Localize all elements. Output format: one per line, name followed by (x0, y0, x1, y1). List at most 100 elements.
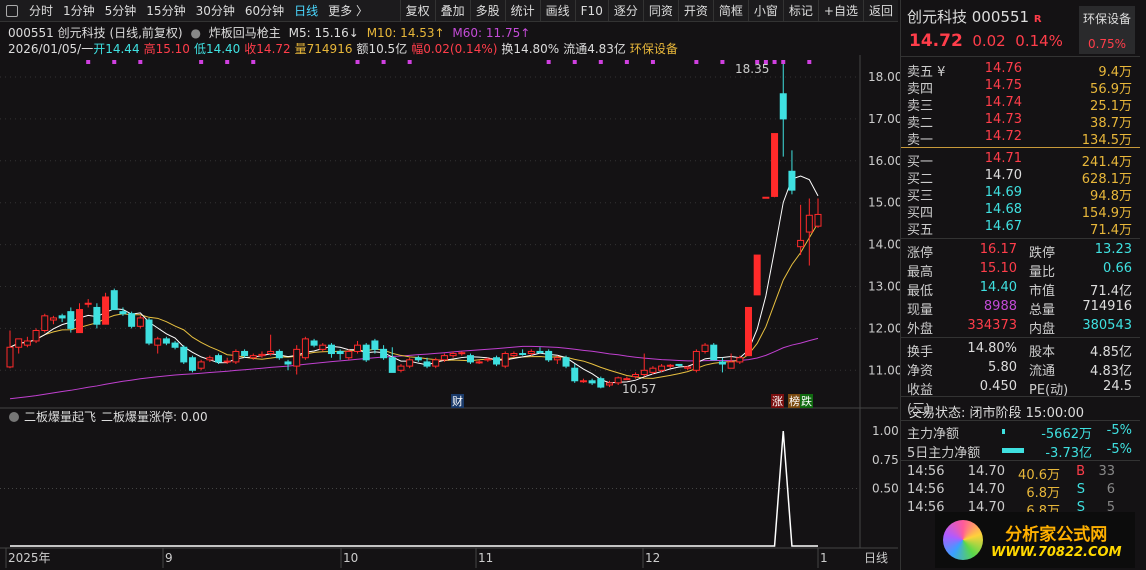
candle-up[interactable] (475, 361, 483, 364)
candle-down[interactable] (779, 93, 787, 120)
candle-up[interactable] (15, 338, 23, 348)
candle-down[interactable] (588, 380, 596, 384)
candle-up[interactable] (501, 353, 509, 367)
candle-down[interactable] (718, 361, 726, 365)
candle-up[interactable] (6, 346, 14, 368)
candle-down[interactable] (423, 361, 431, 367)
candle-down[interactable] (536, 350, 544, 354)
candle-up[interactable] (249, 355, 257, 359)
candle-up[interactable] (223, 360, 231, 363)
candle-down[interactable] (545, 350, 553, 361)
candle-up[interactable] (579, 380, 587, 383)
candle-up[interactable] (406, 359, 414, 367)
candle-down[interactable] (380, 348, 388, 359)
candle-up[interactable] (640, 369, 648, 375)
period-label[interactable]: 日线 (864, 551, 888, 565)
candle-up[interactable] (49, 317, 57, 321)
candle-up[interactable] (354, 344, 362, 352)
candle-up[interactable] (258, 353, 266, 357)
candle-up[interactable] (206, 357, 214, 361)
candle-down[interactable] (162, 338, 170, 344)
candle-up[interactable] (432, 359, 440, 367)
candle-down[interactable] (597, 378, 605, 388)
candle-down[interactable] (119, 311, 127, 315)
candle-up[interactable] (727, 361, 735, 369)
candle-down[interactable] (58, 315, 66, 319)
candle-up[interactable] (293, 348, 301, 367)
candle-down[interactable] (171, 342, 179, 348)
candle-down[interactable] (336, 350, 344, 355)
candle-up[interactable] (345, 350, 353, 359)
candle-up[interactable] (771, 133, 779, 197)
sub-indicator-toggle-icon[interactable] (9, 412, 19, 422)
candle-up[interactable] (632, 373, 640, 378)
candle-up[interactable] (23, 340, 31, 346)
candle-down[interactable] (284, 361, 292, 365)
event-badge-die[interactable]: 跌 (801, 394, 812, 408)
event-badge-zhang[interactable]: 涨 (772, 395, 783, 408)
candle-up[interactable] (753, 254, 761, 296)
candle-down[interactable] (188, 357, 196, 371)
candle-up[interactable] (76, 309, 84, 334)
candle-up[interactable] (319, 344, 327, 350)
candle-up[interactable] (736, 357, 744, 363)
candle-down[interactable] (110, 290, 118, 311)
candle-up[interactable] (449, 353, 457, 357)
candle-up[interactable] (692, 350, 700, 371)
event-badge-bang[interactable]: 榜 (789, 394, 800, 408)
candle-up[interactable] (614, 377, 622, 384)
candle-up[interactable] (762, 196, 770, 199)
candle-up[interactable] (684, 366, 692, 369)
candle-down[interactable] (788, 170, 796, 191)
candle-up[interactable] (84, 302, 92, 305)
sector-box[interactable]: 环保设备 0.75% (1079, 6, 1135, 54)
candle-up[interactable] (649, 367, 657, 373)
candle-down[interactable] (93, 306, 101, 325)
candle-down[interactable] (414, 357, 422, 361)
candle-up[interactable] (32, 329, 40, 342)
candle-down[interactable] (275, 350, 283, 359)
candle-down[interactable] (362, 344, 370, 361)
candle-down[interactable] (215, 355, 223, 363)
candle-up[interactable] (440, 355, 448, 361)
candle-down[interactable] (466, 355, 474, 363)
candle-up[interactable] (623, 378, 631, 381)
candle-down[interactable] (519, 353, 527, 356)
candle-down[interactable] (675, 363, 683, 366)
candle-down[interactable] (180, 346, 188, 363)
candle-up[interactable] (797, 239, 805, 248)
candle-up[interactable] (136, 317, 144, 327)
candle-up[interactable] (102, 296, 110, 325)
candle-down[interactable] (710, 344, 718, 361)
candle-down[interactable] (145, 319, 153, 344)
candle-up[interactable] (41, 315, 49, 331)
candle-up[interactable] (814, 213, 822, 227)
candle-up[interactable] (701, 344, 709, 352)
candle-down[interactable] (67, 311, 75, 329)
candle-up[interactable] (397, 365, 405, 371)
candle-up[interactable] (658, 365, 666, 371)
candle-up[interactable] (197, 361, 205, 369)
candle-up[interactable] (458, 352, 466, 355)
candle-down[interactable] (562, 357, 570, 367)
candle-down[interactable] (493, 357, 501, 365)
candle-down[interactable] (371, 340, 379, 350)
candle-up[interactable] (301, 338, 309, 359)
candle-down[interactable] (310, 340, 318, 346)
candle-down[interactable] (128, 313, 136, 327)
candle-up[interactable] (553, 357, 561, 361)
candle-down[interactable] (571, 367, 579, 382)
candle-up[interactable] (267, 350, 275, 355)
candle-down[interactable] (388, 357, 396, 373)
candle-up[interactable] (510, 353, 518, 357)
candle-up[interactable] (232, 350, 240, 363)
candle-down[interactable] (241, 350, 249, 357)
candle-up[interactable] (805, 214, 813, 233)
event-badge-cai[interactable]: 财 (452, 394, 463, 408)
candle-up[interactable] (666, 364, 674, 367)
sub-indicator-title[interactable]: 二板爆量起飞 (24, 410, 96, 424)
candle-up[interactable] (154, 338, 162, 346)
candle-up[interactable] (605, 382, 613, 386)
candle-up[interactable] (527, 350, 535, 355)
kline-chart[interactable]: 18.0017.0016.0015.0014.0013.0012.0011.00… (0, 0, 900, 570)
